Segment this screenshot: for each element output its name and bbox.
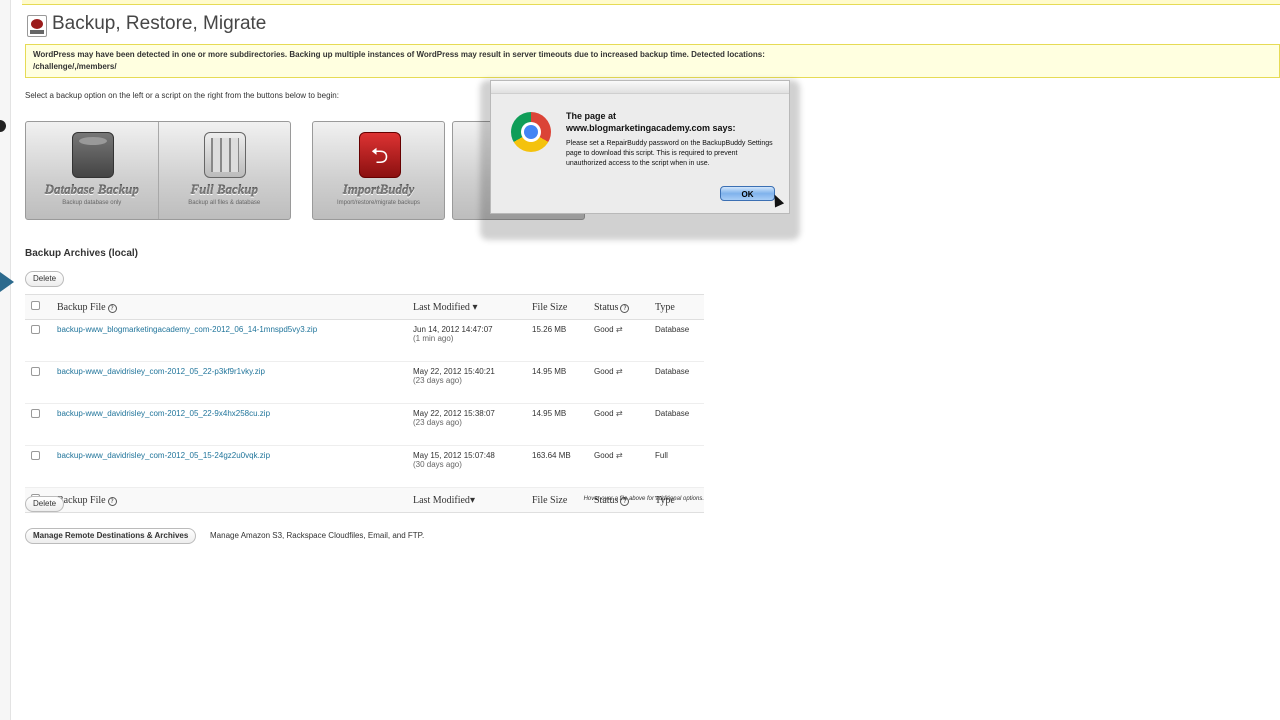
row-checkbox[interactable] <box>31 451 40 460</box>
file-size: 14.95 MB <box>526 361 588 404</box>
modified-ago: (30 days ago) <box>413 460 462 469</box>
modified-date: May 22, 2012 15:40:21 <box>413 367 495 376</box>
row-checkbox[interactable] <box>31 409 40 418</box>
refresh-icon[interactable]: ⇄ <box>616 451 623 460</box>
refresh-icon[interactable]: ⇄ <box>616 325 623 334</box>
backup-file-link[interactable]: backup-www_davidrisley_com-2012_05_22-p3… <box>57 367 265 376</box>
importbuddy-sublabel: Import/restore/migrate backups <box>336 200 421 206</box>
delete-button-bottom[interactable]: Delete <box>25 496 65 512</box>
database-icon <box>71 132 114 178</box>
database-backup-sublabel: Backup database only <box>62 200 122 206</box>
table-row: backup-www_davidrisley_com-2012_05_15-24… <box>25 445 704 488</box>
status-text: Good <box>594 451 614 460</box>
file-size: 14.95 MB <box>526 403 588 446</box>
full-backup-button[interactable]: Full Backup Backup all files & database <box>157 122 291 219</box>
admin-sidebar-edge <box>0 0 14 720</box>
backup-file-link[interactable]: backup-www_blogmarketingacademy_com-2012… <box>57 325 317 334</box>
column-last-modified[interactable]: Last Modified ▾ <box>407 294 526 320</box>
table-row: backup-www_davidrisley_com-2012_05_22-p3… <box>25 361 704 404</box>
footer-column-backup-file[interactable]: Backup File? <box>51 487 407 513</box>
column-status[interactable]: Status? <box>588 294 649 320</box>
backup-type: Full <box>649 445 704 488</box>
row-checkbox[interactable] <box>31 367 40 376</box>
help-icon[interactable]: ? <box>620 303 630 313</box>
modified-date: May 15, 2012 15:07:48 <box>413 451 495 460</box>
status-text: Good <box>594 409 614 418</box>
database-backup-label: Database Backup <box>44 182 139 197</box>
column-type[interactable]: Type <box>649 294 704 320</box>
refresh-icon[interactable]: ⇄ <box>616 409 623 418</box>
help-icon[interactable]: ? <box>107 496 117 506</box>
row-checkbox[interactable] <box>31 325 40 334</box>
hover-hint-text: Hover over a file above for additional o… <box>583 496 704 502</box>
backup-file-link[interactable]: backup-www_davidrisley_com-2012_05_15-24… <box>57 451 270 460</box>
file-size: 15.26 MB <box>526 319 588 362</box>
full-backup-sublabel: Backup all files & database <box>188 200 261 206</box>
backupbuddy-icon <box>27 15 47 37</box>
full-backup-icon <box>204 132 247 178</box>
backup-type: Database <box>649 319 704 362</box>
status-text: Good <box>594 367 614 376</box>
table-row: backup-www_blogmarketingacademy_com-2012… <box>25 319 704 362</box>
status-text: Good <box>594 325 614 334</box>
modified-ago: (23 days ago) <box>413 376 462 385</box>
dialog-titlebar[interactable] <box>491 81 789 94</box>
database-backup-button[interactable]: Database Backup Backup database only <box>26 122 158 219</box>
dialog-message: Please set a RepairBuddy password on the… <box>566 140 773 167</box>
notice-text: WordPress may have been detected in one … <box>33 50 765 59</box>
sort-arrow-icon: ▾ <box>469 494 475 506</box>
current-menu-arrow-icon <box>0 272 14 292</box>
modified-date: May 22, 2012 15:38:07 <box>413 409 495 418</box>
modified-ago: (23 days ago) <box>413 418 462 427</box>
top-notice-strip <box>22 0 1280 5</box>
delete-button-top[interactable]: Delete <box>25 271 65 287</box>
modified-date: Jun 14, 2012 14:47:07 <box>413 325 493 334</box>
backup-type: Database <box>649 403 704 446</box>
file-size: 163.64 MB <box>526 445 588 488</box>
backup-type: Database <box>649 361 704 404</box>
backup-file-link[interactable]: backup-www_davidrisley_com-2012_05_22-9x… <box>57 409 270 418</box>
footer-column-last-modified[interactable]: Last Modified▾ <box>407 487 526 513</box>
backup-archives-heading: Backup Archives (local) <box>25 248 139 259</box>
select-all-checkbox[interactable] <box>31 301 40 310</box>
sidebar-collapse-handle[interactable] <box>0 120 6 132</box>
instructions-text: Select a backup option on the left or a … <box>25 91 339 100</box>
full-backup-label: Full Backup <box>190 182 259 197</box>
page-title: Backup, Restore, Migrate <box>52 13 267 34</box>
table-row: backup-www_davidrisley_com-2012_05_22-9x… <box>25 403 704 446</box>
notice-locations: /challenge/,/members/ <box>33 62 117 71</box>
importbuddy-button-group: ImportBuddy Import/restore/migrate backu… <box>312 121 445 220</box>
sort-arrow-icon: ▾ <box>472 301 478 313</box>
help-icon[interactable]: ? <box>107 303 117 313</box>
backup-archives-table: Backup File? Last Modified ▾ File Size S… <box>25 294 704 513</box>
chrome-icon <box>511 112 551 152</box>
subdirectory-warning-notice: WordPress may have been detected in one … <box>25 44 1280 78</box>
ok-button[interactable]: OK <box>720 186 775 201</box>
manage-remote-destinations-button[interactable]: Manage Remote Destinations & Archives <box>25 528 197 544</box>
remote-destinations-description: Manage Amazon S3, Rackspace Cloudfiles, … <box>210 531 425 540</box>
column-backup-file[interactable]: Backup File? <box>51 294 407 320</box>
importbuddy-label: ImportBuddy <box>342 182 415 197</box>
alert-dialog: The page at www.blogmarketingacademy.com… <box>490 80 790 214</box>
refresh-icon[interactable]: ⇄ <box>616 367 623 376</box>
backup-button-group: Database Backup Backup database only Ful… <box>25 121 291 220</box>
dialog-title: The page at www.blogmarketingacademy.com… <box>566 111 736 133</box>
importbuddy-button[interactable]: ImportBuddy Import/restore/migrate backu… <box>313 122 444 219</box>
table-header-row: Backup File? Last Modified ▾ File Size S… <box>25 294 704 320</box>
importbuddy-icon <box>358 132 401 178</box>
modified-ago: (1 min ago) <box>413 334 454 343</box>
column-file-size[interactable]: File Size <box>526 294 588 320</box>
